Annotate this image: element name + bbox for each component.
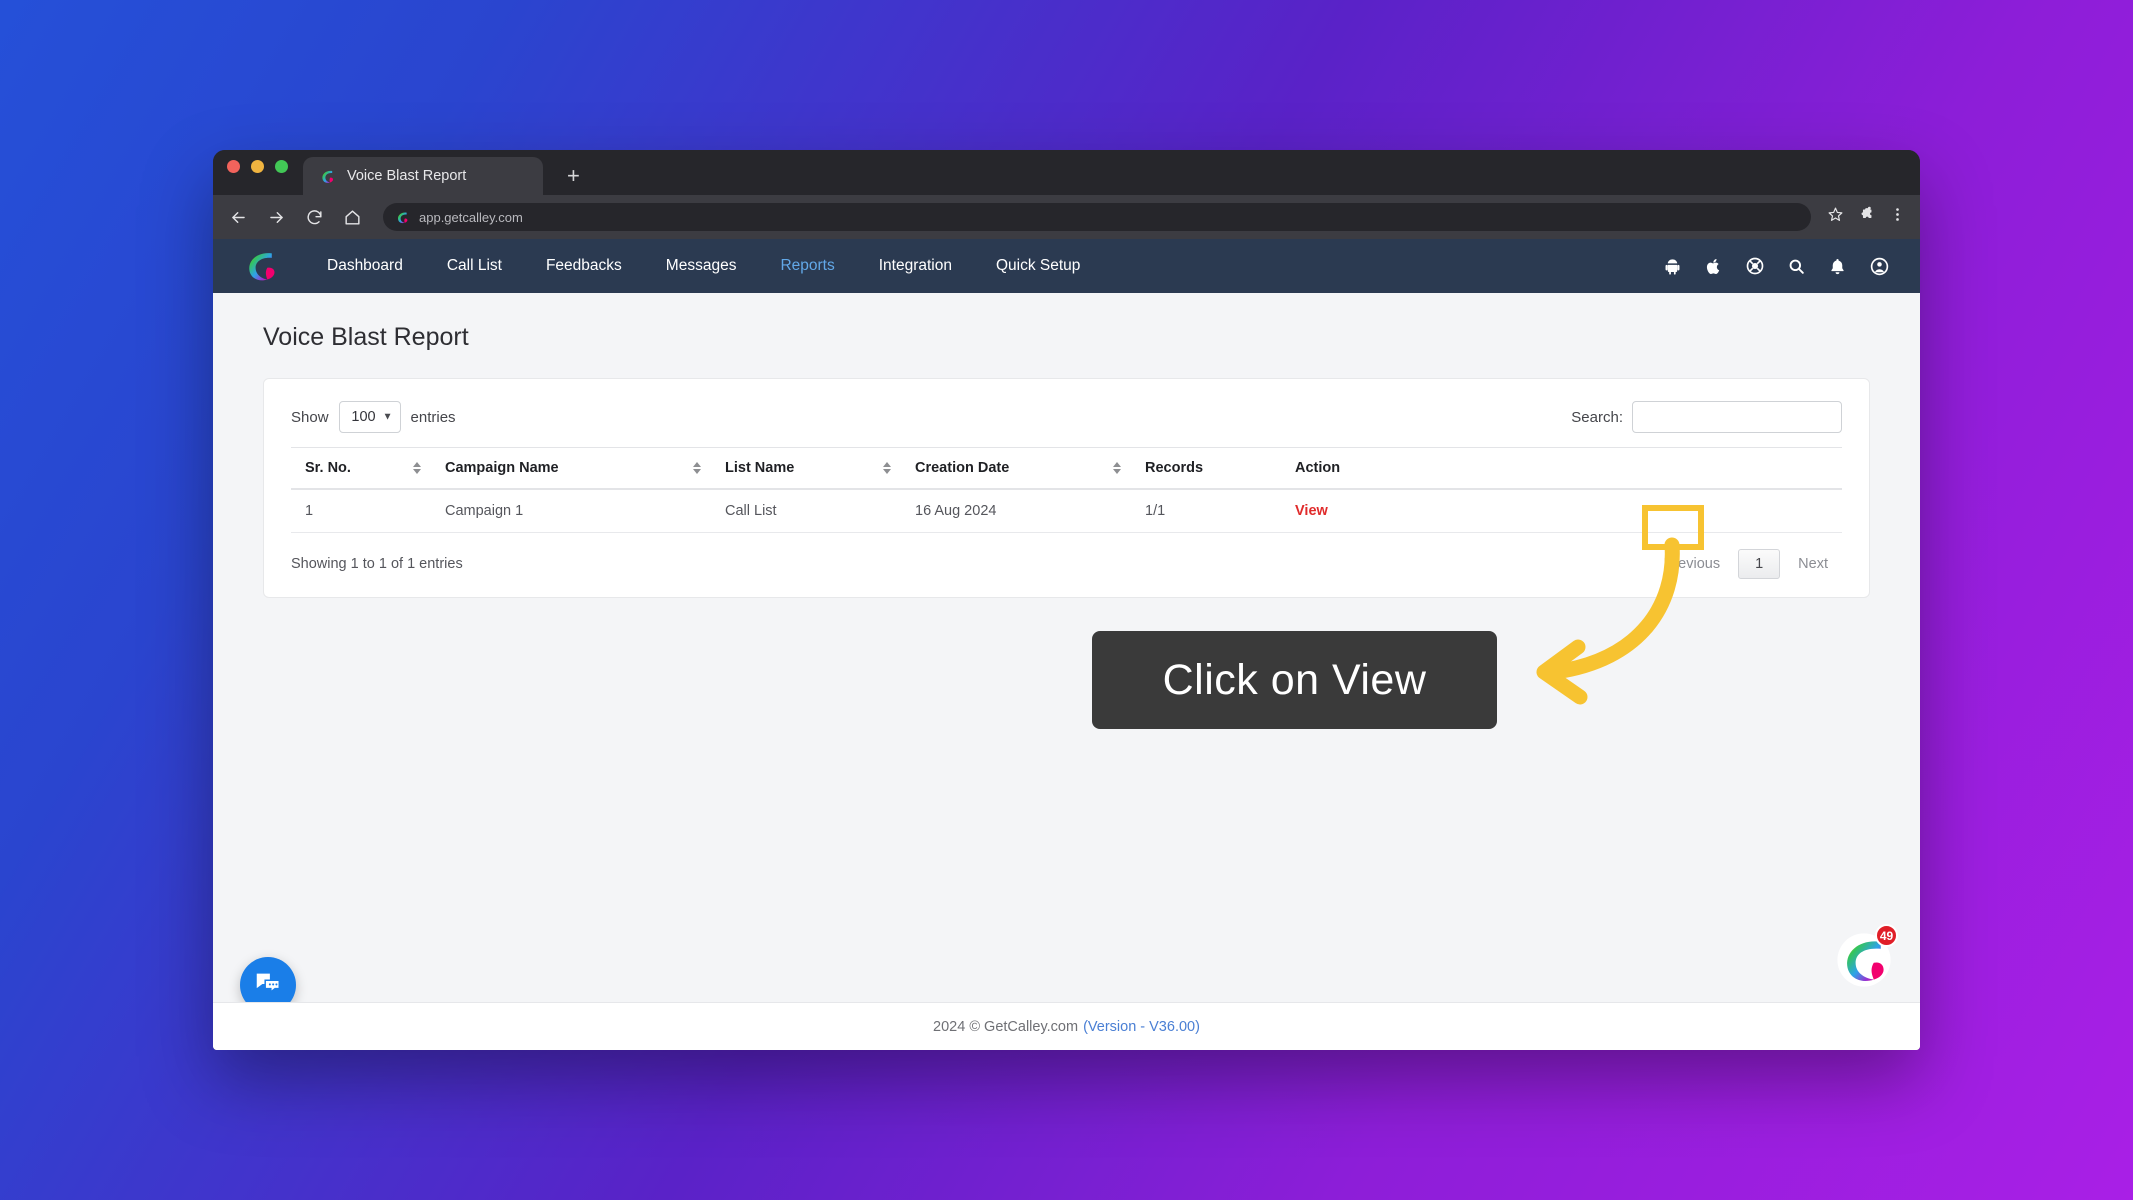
bookmark-star-icon[interactable] — [1827, 206, 1844, 228]
window-minimize-button[interactable] — [251, 160, 264, 173]
extensions-puzzle-icon[interactable] — [1858, 206, 1875, 228]
chat-bubbles-icon — [253, 968, 283, 1003]
calley-logo-icon[interactable] — [243, 248, 279, 284]
user-account-icon[interactable] — [1869, 256, 1890, 277]
nav-item-dashboard[interactable]: Dashboard — [305, 257, 425, 275]
address-bar-url: app.getcalley.com — [419, 209, 523, 225]
home-icon[interactable] — [341, 206, 363, 228]
browser-tab-title: Voice Blast Report — [347, 168, 467, 184]
cell-action: View — [1281, 489, 1842, 533]
footer-copyright: 2024 © GetCalley.com — [933, 1018, 1079, 1035]
android-icon[interactable] — [1663, 257, 1682, 276]
forward-arrow-icon[interactable] — [265, 206, 287, 228]
showing-entries-info: Showing 1 to 1 of 1 entries — [291, 556, 463, 572]
column-header-sr-no[interactable]: Sr. No. — [291, 447, 431, 490]
window-traffic-lights — [227, 150, 288, 195]
new-tab-button[interactable]: + — [561, 165, 586, 187]
browser-window: Voice Blast Report + app.getcalley.com D… — [213, 150, 1920, 1050]
browser-tab-strip: Voice Blast Report + — [213, 150, 1920, 195]
browser-toolbar-right — [1827, 206, 1906, 228]
column-label: Campaign Name — [445, 460, 559, 476]
calley-logo-icon — [395, 210, 410, 225]
report-card: Show 100 ▼ entries Search: Sr. No. Campa… — [263, 378, 1870, 598]
highlight-box-view — [1642, 505, 1704, 550]
sort-arrows-icon[interactable] — [413, 462, 421, 474]
table-footer: Showing 1 to 1 of 1 entries Previous 1 N… — [291, 533, 1842, 579]
calley-logo-icon — [319, 168, 336, 185]
nav-item-quick-setup[interactable]: Quick Setup — [974, 257, 1102, 275]
nav-item-integration[interactable]: Integration — [857, 257, 974, 275]
nav-item-call-list[interactable]: Call List — [425, 257, 524, 275]
page-content: Voice Blast Report Show 100 ▼ entries Se… — [213, 293, 1920, 598]
app-viewport: Dashboard Call List Feedbacks Messages R… — [213, 239, 1920, 1050]
nav-item-messages[interactable]: Messages — [644, 257, 759, 275]
apple-icon[interactable] — [1704, 257, 1723, 276]
view-link[interactable]: View — [1295, 503, 1328, 519]
column-header-creation-date[interactable]: Creation Date — [901, 447, 1131, 490]
pagination-page-1[interactable]: 1 — [1738, 549, 1781, 579]
table-row: 1 Campaign 1 Call List 16 Aug 2024 1/1 V… — [291, 489, 1842, 533]
support-globe-icon[interactable] — [1745, 256, 1765, 276]
pagination-previous[interactable]: Previous — [1650, 550, 1734, 578]
page-title: Voice Blast Report — [263, 323, 469, 351]
column-header-list-name[interactable]: List Name — [711, 447, 901, 490]
footer-version-link[interactable]: (Version - V36.00) — [1083, 1019, 1200, 1035]
cell-sr-no: 1 — [291, 489, 431, 533]
address-bar[interactable]: app.getcalley.com — [383, 203, 1811, 231]
table-header-row: Sr. No. Campaign Name List Name Creation… — [291, 447, 1842, 490]
annotation-callout: Click on View — [1092, 631, 1497, 729]
search-control: Search: — [1571, 401, 1842, 433]
column-label: Sr. No. — [305, 460, 351, 476]
cell-records: 1/1 — [1131, 489, 1281, 533]
search-label: Search: — [1571, 408, 1623, 426]
back-arrow-icon[interactable] — [227, 206, 249, 228]
cell-campaign-name: Campaign 1 — [431, 489, 711, 533]
browser-toolbar: app.getcalley.com — [213, 195, 1920, 239]
column-header-action: Action — [1281, 447, 1842, 490]
app-navbar: Dashboard Call List Feedbacks Messages R… — [213, 239, 1920, 293]
page-length-control: Show 100 ▼ entries — [291, 401, 456, 433]
app-nav-items: Dashboard Call List Feedbacks Messages R… — [305, 257, 1102, 275]
page-length-value: 100 — [351, 409, 376, 425]
table-controls: Show 100 ▼ entries Search: — [291, 401, 1842, 433]
show-label: Show — [291, 408, 329, 426]
browser-tab-active[interactable]: Voice Blast Report — [303, 157, 543, 195]
reload-icon[interactable] — [303, 206, 325, 228]
page-length-select[interactable]: 100 ▼ — [338, 401, 401, 433]
sort-arrows-icon[interactable] — [1113, 462, 1121, 474]
window-close-button[interactable] — [227, 160, 240, 173]
column-label: List Name — [725, 460, 795, 476]
column-label: Creation Date — [915, 460, 1010, 476]
cell-list-name: Call List — [711, 489, 901, 533]
app-footer: 2024 © GetCalley.com (Version - V36.00) — [213, 1002, 1920, 1050]
search-input[interactable] — [1632, 401, 1842, 433]
calley-floating-widget[interactable]: 49 — [1836, 924, 1898, 988]
browser-menu-icon[interactable] — [1889, 206, 1906, 228]
notification-bell-icon[interactable] — [1828, 257, 1847, 276]
column-header-campaign-name[interactable]: Campaign Name — [431, 447, 711, 490]
notification-badge: 49 — [1875, 924, 1898, 947]
sort-arrows-icon[interactable] — [693, 462, 701, 474]
column-label: Records — [1145, 460, 1204, 476]
column-header-records: Records — [1131, 447, 1281, 490]
cell-creation-date: 16 Aug 2024 — [901, 489, 1131, 533]
nav-item-feedbacks[interactable]: Feedbacks — [524, 257, 644, 275]
pagination: Previous 1 Next — [1650, 549, 1842, 579]
sort-arrows-icon[interactable] — [883, 462, 891, 474]
calley-logo-icon — [1836, 933, 1892, 992]
pagination-next[interactable]: Next — [1784, 550, 1842, 578]
entries-label: entries — [410, 408, 456, 426]
window-maximize-button[interactable] — [275, 160, 288, 173]
chevron-down-icon: ▼ — [382, 411, 393, 423]
voice-blast-report-table: Sr. No. Campaign Name List Name Creation… — [291, 447, 1842, 533]
app-nav-right-icons — [1663, 256, 1890, 277]
search-icon[interactable] — [1787, 257, 1806, 276]
nav-item-reports[interactable]: Reports — [758, 257, 856, 275]
column-label: Action — [1295, 460, 1341, 476]
annotation-callout-text: Click on View — [1162, 655, 1427, 704]
